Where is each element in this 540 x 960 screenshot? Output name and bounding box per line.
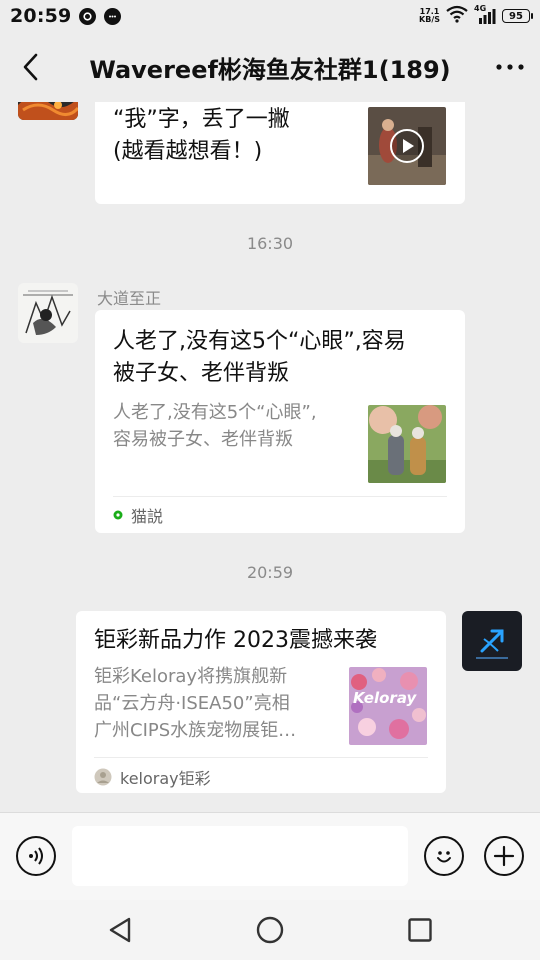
link-card-description: 人老了,没有这5个“心眼”, 容易被子女、老伴背叛 — [113, 399, 317, 453]
square-recents-icon — [408, 918, 432, 942]
message-input[interactable] — [72, 826, 408, 886]
link-card-sent[interactable]: 钜彩新品力作 2023震撼来袭 钜彩Keloray将携旗舰新 品“云方舟·ISE… — [76, 611, 446, 793]
sender-name: 大道至正 — [97, 289, 162, 308]
message-timestamp: 16:30 — [246, 234, 294, 253]
system-recents-button[interactable] — [404, 914, 436, 946]
link-card-desc-line1: 人老了,没有这5个“心眼”, — [113, 402, 317, 423]
link-card-description: 钜彩Keloray将携旗舰新 品“云方舟·ISEA50”亮相 广州CIPS水族宠… — [94, 663, 296, 744]
system-navigation-bar — [0, 900, 540, 960]
more-options-button[interactable] — [480, 32, 540, 102]
keloray-logo-text: Keloray — [353, 689, 417, 707]
notification-app-icon — [79, 7, 97, 25]
system-home-button[interactable] — [254, 914, 286, 946]
message-list[interactable]: “我”字，丢了一撇 (越看越想看！) 16:30 大道至正 人老了,没有这5个“… — [0, 102, 540, 812]
smile-icon — [437, 851, 451, 863]
link-card-thumbnail — [368, 405, 446, 483]
chat-title: Wavereef彬海鱼友社群1(189) — [89, 55, 451, 84]
link-card-divider — [113, 496, 447, 497]
link-card-title-line2: (越看越想看！) — [113, 139, 263, 164]
wifi-icon — [446, 5, 468, 27]
link-card-title-line1: 人老了,没有这5个“心眼”,容易 — [113, 329, 406, 354]
link-card-divider — [94, 757, 428, 758]
input-bar — [0, 812, 540, 900]
battery-level: 95 — [509, 10, 523, 22]
mini-program-icon — [113, 510, 123, 520]
network-speed-unit: KB/S — [419, 15, 440, 24]
chevron-left-icon — [23, 53, 38, 81]
network-type-label: 4G — [474, 4, 487, 13]
more-dots-icon — [496, 64, 524, 70]
link-card-title-line1: “我”字，丢了一撇 — [113, 107, 290, 132]
video-thumbnail — [368, 107, 446, 185]
cellular-signal-icon: 4G — [474, 4, 496, 24]
network-speed: 17.1 KB/S — [419, 8, 440, 24]
link-card-desc-line2: 品“云方舟·ISEA50”亮相 — [94, 693, 290, 714]
triangle-back-icon — [109, 917, 131, 943]
link-card-source: keloray钜彩 — [94, 765, 211, 789]
sender-avatar[interactable] — [18, 283, 78, 343]
sender-avatar[interactable] — [18, 102, 78, 120]
chat-header: Wavereef彬海鱼友社群1(189) — [0, 32, 540, 102]
back-button[interactable] — [0, 32, 60, 102]
link-card-title: “我”字，丢了一撇 (越看越想看！) — [113, 104, 290, 168]
battery-icon: 95 — [502, 9, 533, 23]
link-card-source: 猫説 — [113, 503, 163, 527]
play-icon — [390, 129, 424, 163]
link-card-desc-line2: 容易被子女、老伴背叛 — [113, 429, 293, 450]
link-card[interactable]: “我”字，丢了一撇 (越看越想看！) — [95, 102, 465, 204]
link-card-title-line2: 被子女、老伴背叛 — [113, 361, 290, 386]
more-functions-button[interactable] — [484, 836, 524, 876]
link-card-desc-line1: 钜彩Keloray将携旗舰新 — [94, 666, 288, 687]
status-bar: 20:59 17.1 KB/S 4G 95 — [0, 0, 540, 32]
voice-toggle-button[interactable] — [16, 836, 56, 876]
source-avatar-icon — [94, 768, 112, 786]
message-notification-icon — [104, 7, 122, 25]
status-time: 20:59 — [10, 5, 72, 27]
link-card-title: 钜彩新品力作 2023震撼来袭 — [94, 628, 377, 653]
circle-home-icon — [256, 916, 284, 944]
chat-screen: 20:59 17.1 KB/S 4G 95 Wavereef彬海鱼友社群1(18… — [0, 0, 540, 960]
link-card-title: 人老了,没有这5个“心眼”,容易 被子女、老伴背叛 — [113, 326, 406, 390]
emoji-button[interactable] — [424, 836, 464, 876]
message-timestamp: 20:59 — [246, 563, 294, 582]
my-avatar[interactable] — [462, 611, 522, 671]
status-right-group: 17.1 KB/S 4G 95 — [419, 4, 533, 27]
link-card[interactable]: 人老了,没有这5个“心眼”,容易 被子女、老伴背叛 人老了,没有这5个“心眼”,… — [95, 310, 465, 533]
system-back-button[interactable] — [104, 914, 136, 946]
plus-icon — [493, 845, 515, 867]
voice-icon — [29, 847, 43, 865]
link-card-thumbnail: Keloray — [349, 667, 427, 745]
link-card-source-name: 猫説 — [131, 507, 164, 526]
link-card-desc-line3: 广州CIPS水族宠物展钜… — [94, 720, 297, 741]
link-card-source-name: keloray钜彩 — [120, 769, 211, 788]
